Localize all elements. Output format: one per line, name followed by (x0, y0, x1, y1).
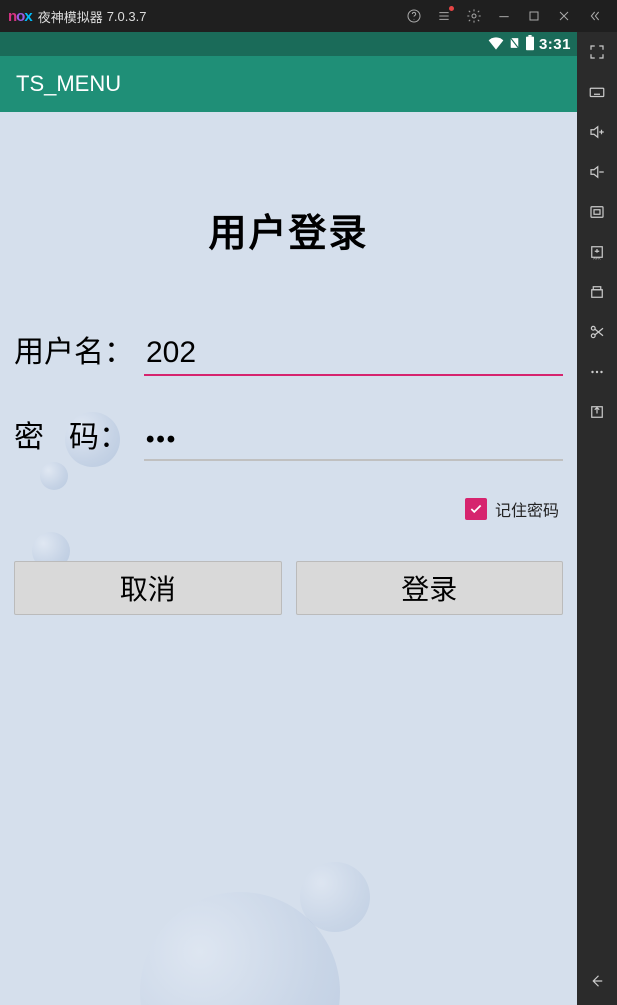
more-icon[interactable] (577, 352, 617, 392)
settings-icon[interactable] (459, 0, 489, 32)
password-label: 密 码： (14, 412, 144, 456)
install-apk-icon[interactable]: APK (577, 232, 617, 272)
cancel-button[interactable]: 取消 (14, 561, 282, 615)
emulator-titlebar: nox 夜神模拟器 7.0.3.7 (0, 0, 617, 32)
clock: 3:31 (539, 36, 571, 53)
username-input[interactable] (144, 332, 563, 376)
password-row: 密 码： ••• (14, 412, 563, 461)
wifi-icon (488, 36, 504, 53)
username-label: 用户名： (14, 327, 144, 371)
screenshot-icon[interactable] (577, 192, 617, 232)
login-button[interactable]: 登录 (296, 561, 564, 615)
username-row: 用户名： (14, 327, 563, 376)
app-bar: TS_MENU (0, 56, 577, 112)
password-input[interactable]: ••• (144, 421, 563, 461)
svg-text:APK: APK (593, 257, 601, 261)
remember-checkbox[interactable] (465, 498, 487, 520)
help-icon[interactable] (399, 0, 429, 32)
login-title: 用户登录 (14, 202, 563, 257)
login-form: 用户登录 用户名： 密 码： ••• 记住密码 取消 登录 (0, 112, 577, 1005)
phone-screen: 3:31 TS_MENU 用户登录 用户名： 密 码： ••• 记住密码 取消 (0, 32, 577, 1005)
share-icon[interactable] (577, 392, 617, 432)
volume-down-icon[interactable] (577, 152, 617, 192)
volume-up-icon[interactable] (577, 112, 617, 152)
fullscreen-icon[interactable] (577, 32, 617, 72)
close-icon[interactable] (549, 0, 579, 32)
menu-icon[interactable] (429, 0, 459, 32)
back-icon[interactable] (577, 957, 617, 1005)
android-statusbar: 3:31 (0, 32, 577, 56)
button-row: 取消 登录 (14, 561, 563, 615)
emulator-name: 夜神模拟器 (38, 7, 103, 26)
nox-logo: nox (8, 8, 32, 25)
scissors-icon[interactable] (577, 312, 617, 352)
emulator-version: 7.0.3.7 (107, 9, 147, 24)
battery-icon (525, 35, 535, 54)
collapse-sidebar-icon[interactable] (579, 0, 609, 32)
keyboard-icon[interactable] (577, 72, 617, 112)
app-title: TS_MENU (16, 71, 121, 97)
minimize-icon[interactable] (489, 0, 519, 32)
remember-label: 记住密码 (495, 497, 559, 521)
remember-row: 记住密码 (14, 497, 563, 521)
file-manager-icon[interactable] (577, 272, 617, 312)
emulator-sidebar: APK (577, 32, 617, 1005)
no-sim-icon (508, 36, 521, 53)
maximize-icon[interactable] (519, 0, 549, 32)
